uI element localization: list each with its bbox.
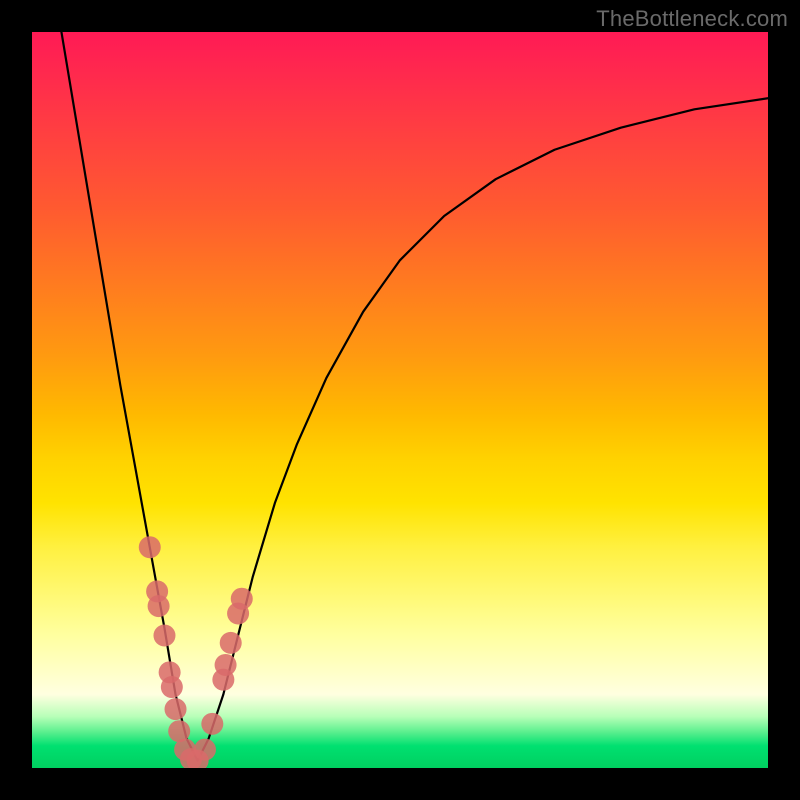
marker-point bbox=[194, 739, 216, 761]
marker-point bbox=[153, 625, 175, 647]
marker-point bbox=[215, 654, 237, 676]
marker-point bbox=[165, 698, 187, 720]
curve-layer bbox=[32, 32, 768, 768]
bottleneck-curve bbox=[61, 32, 768, 761]
watermark-text: TheBottleneck.com bbox=[596, 6, 788, 32]
highlighted-points bbox=[139, 536, 253, 768]
marker-point bbox=[161, 676, 183, 698]
marker-point bbox=[148, 595, 170, 617]
marker-point bbox=[220, 632, 242, 654]
marker-point bbox=[231, 588, 253, 610]
plot-area bbox=[32, 32, 768, 768]
marker-point bbox=[139, 536, 161, 558]
chart-frame: TheBottleneck.com bbox=[0, 0, 800, 800]
marker-point bbox=[201, 713, 223, 735]
